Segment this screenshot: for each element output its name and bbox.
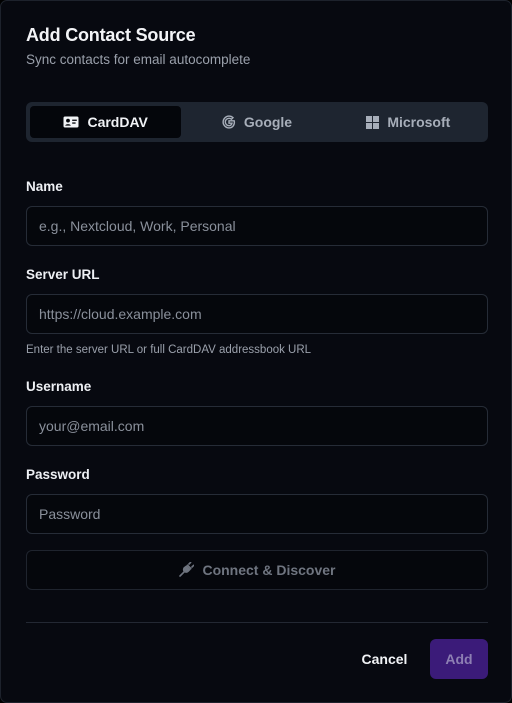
- server-url-hint: Enter the server URL or full CardDAV add…: [26, 344, 312, 356]
- add-contact-source-dialog: Add Contact Source Sync contacts for ema…: [0, 0, 512, 703]
- provider-tabs: CardDAV Google Microsoft: [26, 102, 488, 142]
- connect-discover-button[interactable]: Connect & Discover: [26, 550, 488, 590]
- cancel-button[interactable]: Cancel: [353, 639, 416, 679]
- name-input[interactable]: [26, 206, 488, 246]
- google-g-icon: [222, 115, 235, 129]
- tab-carddav[interactable]: CardDAV: [30, 106, 182, 138]
- tab-carddav-label: CardDAV: [87, 114, 148, 130]
- contact-card-icon: [63, 116, 79, 128]
- server-url-input[interactable]: [26, 294, 488, 334]
- connect-discover-label: Connect & Discover: [202, 562, 336, 578]
- dialog-subtitle: Sync contacts for email autocomplete: [26, 52, 251, 67]
- microsoft-windows-icon: [366, 115, 380, 129]
- add-button[interactable]: Add: [430, 639, 488, 679]
- tab-google-label: Google: [243, 114, 293, 130]
- server-url-label: Server URL: [26, 267, 100, 282]
- footer-divider: [26, 622, 488, 623]
- plug-icon: [179, 562, 195, 577]
- username-label: Username: [26, 379, 92, 394]
- tab-google[interactable]: Google: [181, 106, 332, 138]
- name-label: Name: [26, 179, 63, 194]
- tab-microsoft-label: Microsoft: [387, 114, 451, 130]
- dialog-title: Add Contact Source: [26, 25, 196, 45]
- tab-microsoft[interactable]: Microsoft: [333, 106, 484, 138]
- password-label: Password: [26, 467, 90, 482]
- password-input[interactable]: [26, 494, 488, 534]
- username-input[interactable]: [26, 406, 488, 446]
